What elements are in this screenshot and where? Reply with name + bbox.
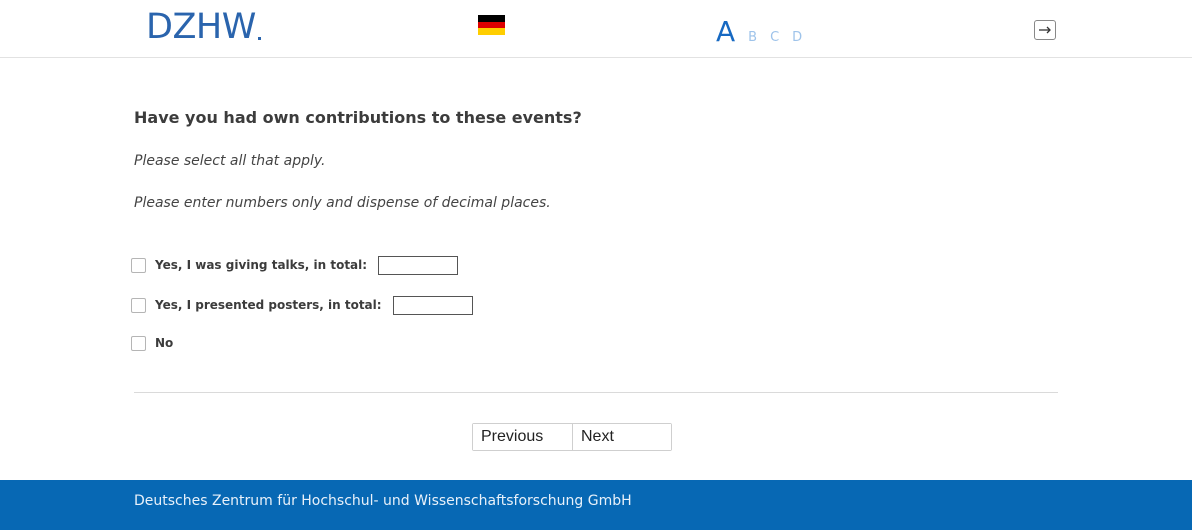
- logout-icon: [1039, 26, 1051, 34]
- option-talks: Yes, I was giving talks, in total:: [131, 255, 459, 275]
- font-size-d[interactable]: D: [792, 31, 802, 46]
- option-posters-label[interactable]: Yes, I presented posters, in total:: [155, 298, 382, 312]
- previous-button[interactable]: Previous: [473, 424, 572, 450]
- footer-text: Deutsches Zentrum für Hochschul- und Wis…: [134, 493, 632, 509]
- instruction-numbers-only: Please enter numbers only and dispense o…: [134, 195, 551, 211]
- next-button[interactable]: Next: [572, 424, 671, 450]
- header-bar: DZHW A B C D: [0, 0, 1192, 58]
- option-no: No: [131, 333, 173, 353]
- dzhw-logo[interactable]: DZHW: [146, 6, 261, 48]
- navigation-buttons: Previous Next: [472, 423, 672, 451]
- checkbox-no[interactable]: [131, 335, 146, 351]
- instruction-select-all: Please select all that apply.: [134, 153, 326, 169]
- talks-count-input[interactable]: [378, 255, 459, 275]
- checkbox-posters[interactable]: [131, 297, 146, 313]
- flag-stripe-red: [478, 21, 505, 29]
- question-title: Have you had own contributions to these …: [134, 108, 582, 127]
- posters-count-input[interactable]: [392, 295, 473, 315]
- option-no-label[interactable]: No: [155, 336, 173, 350]
- flag-stripe-gold: [478, 28, 505, 36]
- footer-bar: Deutsches Zentrum für Hochschul- und Wis…: [0, 480, 1192, 530]
- logo-dot: [257, 37, 261, 40]
- font-size-b[interactable]: B: [748, 31, 757, 46]
- font-size-c[interactable]: C: [770, 31, 779, 46]
- checkbox-talks[interactable]: [131, 257, 146, 273]
- option-posters: Yes, I presented posters, in total:: [131, 295, 473, 315]
- content-divider: [134, 392, 1058, 393]
- flag-stripe-black: [478, 15, 505, 22]
- font-size-a[interactable]: A: [716, 18, 735, 46]
- logout-button[interactable]: [1034, 20, 1056, 40]
- option-talks-label[interactable]: Yes, I was giving talks, in total:: [155, 258, 367, 272]
- german-flag-icon[interactable]: [478, 15, 505, 36]
- font-size-selector: A B C D: [716, 10, 802, 46]
- logo-text: DZHW: [146, 7, 256, 47]
